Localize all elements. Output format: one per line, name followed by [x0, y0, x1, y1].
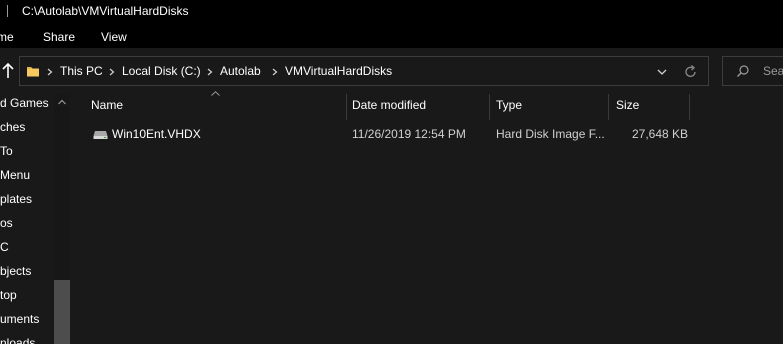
- scroll-thumb[interactable]: [54, 280, 70, 344]
- sort-ascending-icon: [211, 91, 220, 96]
- column-header-type[interactable]: Type: [496, 98, 522, 112]
- tab-home[interactable]: me: [0, 30, 14, 44]
- tab-share[interactable]: Share: [43, 30, 75, 44]
- file-type: Hard Disk Image F...: [496, 127, 605, 141]
- column-header-name[interactable]: Name: [91, 98, 123, 112]
- column-divider[interactable]: [346, 94, 347, 120]
- nav-item-saved-games[interactable]: d Games: [0, 96, 49, 110]
- navigation-pane: d Games ches To Menu plates os C bjects …: [0, 94, 70, 344]
- file-date-modified: 11/26/2019 12:54 PM: [352, 127, 466, 141]
- hard-disk-image-icon: [93, 131, 108, 139]
- nav-item-start-menu[interactable]: Menu: [0, 168, 30, 182]
- window-title: C:\Autolab\VMVirtualHardDisks: [22, 4, 189, 18]
- refresh-icon[interactable]: [684, 64, 698, 80]
- file-list: Name Date modified Type Size Win10Ent.VH…: [70, 91, 783, 344]
- title-bar: C:\Autolab\VMVirtualHardDisks: [0, 0, 783, 24]
- nav-item-desktop[interactable]: top: [0, 288, 17, 302]
- nav-item-this-pc[interactable]: C: [0, 240, 9, 254]
- column-divider[interactable]: [608, 94, 609, 120]
- folder-icon: [27, 67, 39, 77]
- search-icon: [737, 65, 749, 77]
- nav-item-videos[interactable]: os: [0, 216, 13, 230]
- file-name[interactable]: Win10Ent.VHDX: [112, 127, 201, 141]
- breadcrumb-vmvirtualharddisks[interactable]: VMVirtualHardDisks: [285, 64, 392, 78]
- column-divider[interactable]: [489, 94, 490, 120]
- scroll-up-icon[interactable]: [57, 98, 67, 106]
- nav-item-documents[interactable]: uments: [0, 312, 39, 326]
- nav-item-send-to[interactable]: To: [0, 144, 13, 158]
- tab-view[interactable]: View: [101, 30, 127, 44]
- breadcrumb-autolab[interactable]: Autolab: [220, 64, 261, 78]
- nav-scrollbar[interactable]: [54, 94, 70, 344]
- chevron-right-icon[interactable]: [45, 65, 55, 79]
- search-placeholder[interactable]: Sear: [763, 64, 783, 78]
- chevron-down-icon[interactable]: [655, 65, 669, 79]
- column-header-date-modified[interactable]: Date modified: [352, 98, 426, 112]
- chevron-right-icon[interactable]: [107, 65, 117, 79]
- nav-item-templates[interactable]: plates: [0, 192, 32, 206]
- nav-item-downloads[interactable]: nloads: [0, 336, 35, 344]
- up-arrow-icon[interactable]: [0, 60, 16, 82]
- chevron-right-icon[interactable]: [270, 65, 280, 79]
- column-header-size[interactable]: Size: [616, 98, 639, 112]
- file-row[interactable]: Win10Ent.VHDX 11/26/2019 12:54 PM Hard D…: [86, 124, 689, 146]
- column-divider[interactable]: [689, 94, 690, 120]
- chevron-right-icon[interactable]: [205, 65, 215, 79]
- quick-access-divider: [7, 5, 8, 17]
- file-size: 27,648 KB: [632, 127, 689, 141]
- nav-item-searches[interactable]: ches: [0, 120, 25, 134]
- breadcrumb-local-disk[interactable]: Local Disk (C:): [122, 64, 201, 78]
- breadcrumb-this-pc[interactable]: This PC: [60, 64, 103, 78]
- ribbon: me Share View: [0, 24, 783, 48]
- search-box[interactable]: Sear: [722, 56, 783, 86]
- nav-item-3d-objects[interactable]: bjects: [0, 264, 31, 278]
- address-row: This PC Local Disk (C:) Autolab VMVirtua…: [0, 48, 783, 94]
- address-bar[interactable]: This PC Local Disk (C:) Autolab VMVirtua…: [19, 56, 709, 86]
